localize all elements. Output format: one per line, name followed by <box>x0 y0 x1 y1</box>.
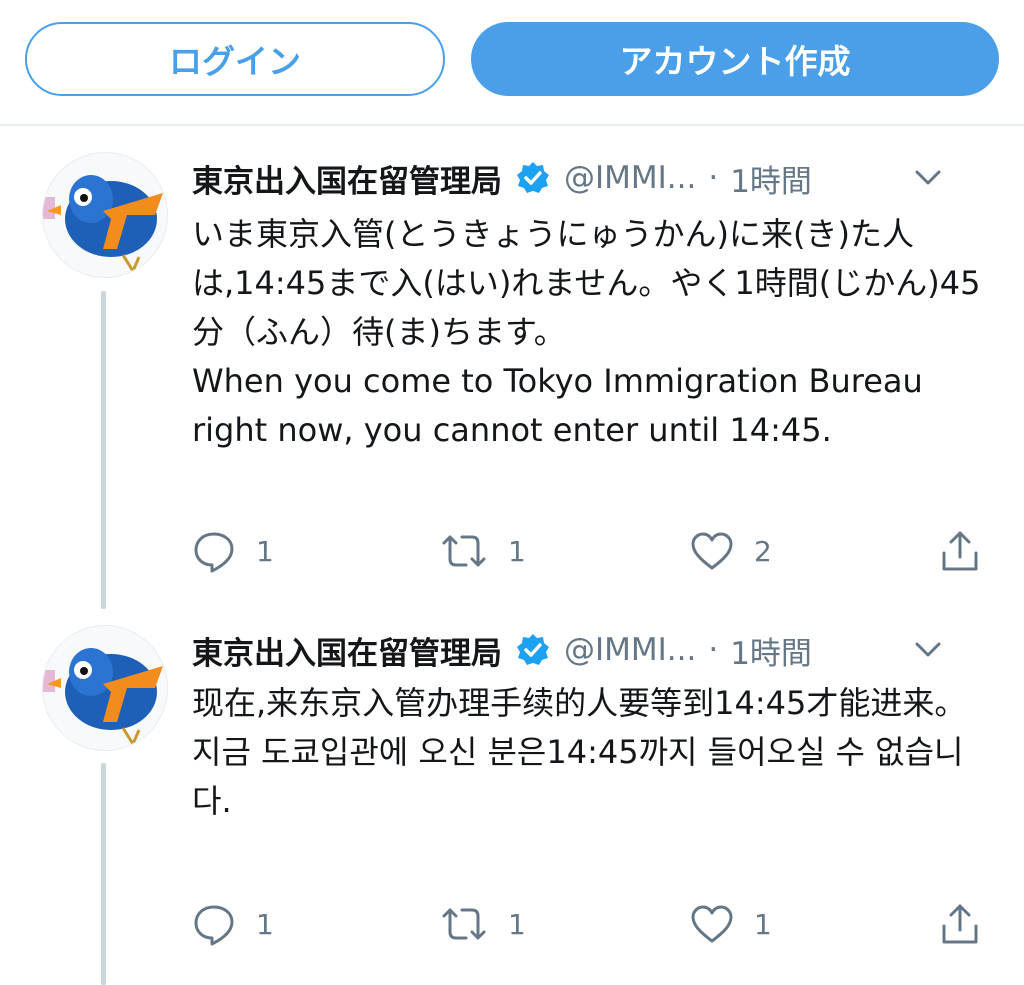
display-name[interactable]: 東京出入国在留管理局 <box>192 628 502 673</box>
heart-icon <box>690 904 734 944</box>
timestamp[interactable]: 1時間 <box>730 156 812 201</box>
share-button[interactable] <box>940 899 980 949</box>
share-button[interactable] <box>940 526 980 576</box>
retweet-icon <box>440 904 488 944</box>
tweet-header: 東京出入国在留管理局 @IMMI... · 1時間 <box>192 628 992 672</box>
bird-mascot-icon: IMMI <box>43 153 167 277</box>
like-count: 2 <box>754 534 772 568</box>
thread-line <box>101 291 106 609</box>
signup-button[interactable]: アカウント作成 <box>471 22 999 96</box>
like-count: 1 <box>754 907 772 941</box>
tweet-header: 東京出入国在留管理局 @IMMI... · 1時間 <box>192 156 992 200</box>
reply-icon <box>192 902 236 946</box>
retweet-button[interactable]: 1 <box>440 899 526 949</box>
tweet-actions: 1 1 2 <box>192 526 992 576</box>
timestamp[interactable]: 1時間 <box>730 628 812 673</box>
retweet-button[interactable]: 1 <box>440 526 526 576</box>
separator-dot: · <box>708 160 719 196</box>
svg-text:IMMI: IMMI <box>125 698 150 711</box>
svg-text:IMMI: IMMI <box>125 225 150 238</box>
tweet-text-line: When you come to Tokyo Immigration Burea… <box>192 362 923 449</box>
heart-icon <box>690 531 734 571</box>
handle[interactable]: @IMMI... <box>564 160 696 196</box>
tweet[interactable]: IMMI 東京出入国在留管理局 @IMMI... · 1時間 いま東京入管(とう… <box>0 126 1024 611</box>
tweet-text-line: 现在,来东京入管办理手续的人要等到14:45才能进来。 <box>192 684 967 722</box>
like-button[interactable]: 1 <box>690 899 772 949</box>
tweet-text-line: いま東京入管(とうきょうにゅうかん)に来(き)た人は,14:45まで入(はい)れ… <box>192 215 981 351</box>
chevron-down-icon[interactable] <box>912 628 944 672</box>
reply-icon <box>192 529 236 573</box>
tweet-text-line: 지금 도쿄입관에 오신 분은14:45까지 들어오실 수 없습니다. <box>192 733 964 820</box>
tweet-text: いま東京入管(とうきょうにゅうかん)に来(き)た人は,14:45まで入(はい)れ… <box>192 210 982 455</box>
top-bar: ログイン アカウント作成 <box>0 0 1024 126</box>
thread-line <box>101 763 106 985</box>
share-icon <box>940 529 980 573</box>
avatar[interactable]: IMMI <box>42 152 168 278</box>
bird-mascot-icon: IMMI <box>43 626 167 750</box>
share-icon <box>940 902 980 946</box>
retweet-count: 1 <box>508 534 526 568</box>
display-name[interactable]: 東京出入国在留管理局 <box>192 156 502 201</box>
handle[interactable]: @IMMI... <box>564 632 696 668</box>
like-button[interactable]: 2 <box>690 526 772 576</box>
tweet-text: 现在,来东京入管办理手续的人要等到14:45才能进来。 지금 도쿄입관에 오신 … <box>192 679 982 826</box>
retweet-count: 1 <box>508 907 526 941</box>
separator-dot: · <box>708 632 719 668</box>
reply-button[interactable]: 1 <box>192 899 274 949</box>
chevron-down-icon[interactable] <box>912 156 944 200</box>
tweet[interactable]: IMMI 東京出入国在留管理局 @IMMI... · 1時間 现在,来东京入管办… <box>0 611 1024 985</box>
avatar[interactable]: IMMI <box>42 625 168 751</box>
reply-count: 1 <box>256 534 274 568</box>
verified-badge-icon <box>516 633 550 667</box>
verified-badge-icon <box>516 161 550 195</box>
reply-button[interactable]: 1 <box>192 526 274 576</box>
retweet-icon <box>440 531 488 571</box>
tweet-actions: 1 1 1 <box>192 899 992 949</box>
login-button[interactable]: ログイン <box>25 22 445 96</box>
reply-count: 1 <box>256 907 274 941</box>
